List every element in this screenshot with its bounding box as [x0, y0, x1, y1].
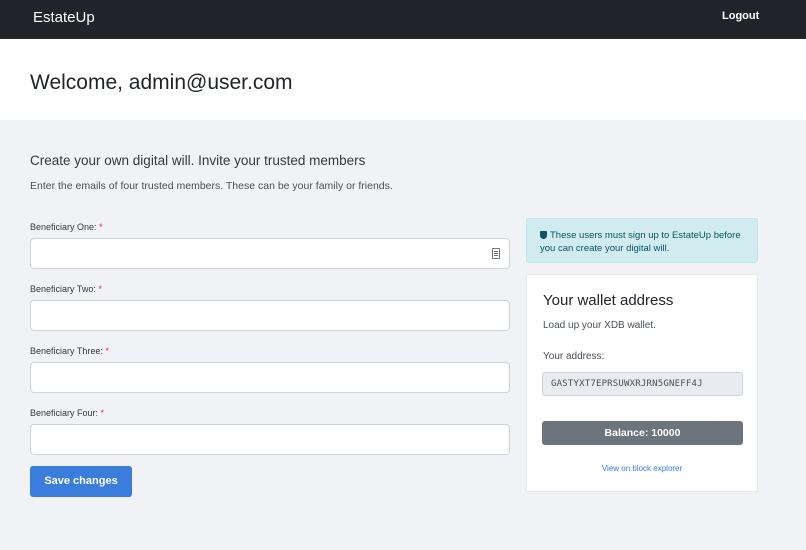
shield-icon — [540, 231, 547, 239]
beneficiary-three-label: Beneficiary Three: * — [30, 346, 109, 356]
alert-message: These users must sign up to EstateUp bef… — [540, 229, 752, 255]
wallet-title: Your wallet address — [543, 292, 674, 309]
required-marker: * — [99, 222, 103, 232]
required-marker: * — [98, 284, 102, 294]
beneficiary-four-label: Beneficiary Four: * — [30, 408, 104, 418]
wallet-card: Your wallet address Load up your XDB wal… — [526, 274, 758, 492]
beneficiary-two-input[interactable] — [30, 300, 510, 331]
beneficiary-three-input[interactable] — [30, 362, 510, 393]
beneficiary-three-label-text: Beneficiary Three: — [30, 346, 103, 356]
save-changes-button[interactable]: Save changes — [30, 466, 132, 497]
required-marker: * — [100, 408, 105, 418]
wallet-subtitle: Load up your XDB wallet. — [543, 320, 656, 331]
page-title: Welcome, admin@user.com — [30, 71, 293, 94]
beneficiary-two-label-text: Beneficiary Two: — [30, 284, 96, 294]
autofill-card-icon[interactable] — [492, 248, 500, 259]
brand-logo[interactable]: EstateUp — [33, 9, 95, 26]
beneficiary-one-label: Beneficiary One: * — [30, 222, 103, 232]
beneficiary-four-input[interactable] — [30, 424, 510, 455]
form-subtitle: Enter the emails of four trusted members… — [30, 180, 393, 192]
signup-info-alert: These users must sign up to EstateUp bef… — [526, 218, 758, 263]
required-marker: * — [105, 346, 109, 356]
wallet-address-field[interactable]: GASTYXT7EPRSUWXRJRN5GNEFF4J — [542, 372, 743, 396]
block-explorer-link[interactable]: View on block explorer — [527, 464, 757, 473]
address-label: Your address: — [543, 351, 605, 362]
form-title: Create your own digital will. Invite you… — [30, 153, 366, 168]
beneficiary-two-label: Beneficiary Two: * — [30, 284, 102, 294]
balance-button[interactable]: Balance: 10000 — [542, 421, 743, 445]
welcome-header: Welcome, admin@user.com — [0, 39, 806, 120]
beneficiary-one-label-text: Beneficiary One: — [30, 222, 97, 232]
beneficiary-four-label-text: Beneficiary Four: — [30, 408, 99, 418]
alert-text: These users must sign up to EstateUp bef… — [540, 230, 741, 254]
beneficiary-one-input[interactable] — [30, 238, 510, 269]
top-navbar: EstateUp Logout — [0, 0, 806, 39]
logout-link[interactable]: Logout — [722, 10, 759, 22]
